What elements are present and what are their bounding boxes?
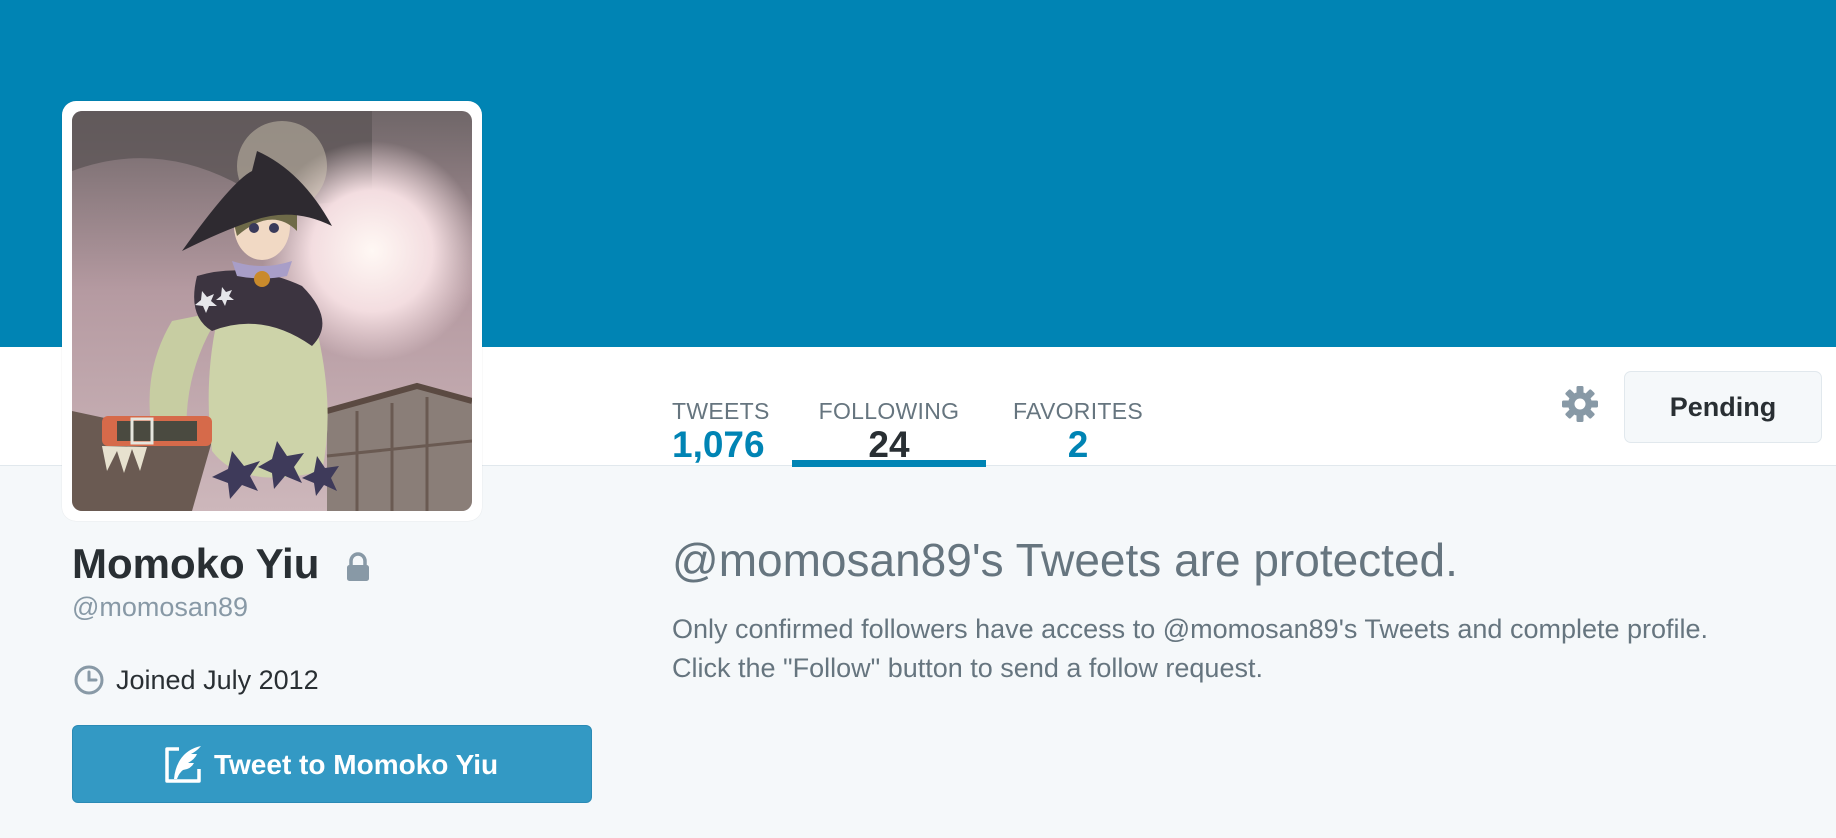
stat-favorites[interactable]: FAVORITES 2: [1008, 371, 1148, 465]
clock-icon: [73, 664, 105, 696]
profile-name[interactable]: Momoko Yiu: [72, 540, 319, 588]
avatar-image: [72, 111, 472, 511]
stat-following-value: 24: [868, 424, 910, 465]
stat-following-label: FOLLOWING: [818, 398, 960, 424]
avatar[interactable]: [62, 101, 482, 521]
stat-tweets-value: 1,076: [672, 424, 765, 465]
stat-favorites-value: 2: [1067, 424, 1089, 465]
stat-tweets[interactable]: TWEETS 1,076: [672, 371, 792, 465]
lock-icon: [345, 552, 371, 582]
tweet-to-label: Tweet to Momoko Yiu: [214, 749, 499, 780]
stat-tweets-label: TWEETS: [672, 398, 770, 424]
screen-name[interactable]: @momosan89: [72, 592, 248, 623]
joined-date: Joined July 2012: [116, 665, 319, 695]
quill-icon: [161, 743, 205, 787]
protected-line-1: Only confirmed followers have access to …: [672, 614, 1709, 644]
stat-following[interactable]: FOLLOWING 24: [792, 371, 986, 467]
stat-favorites-label: FAVORITES: [1012, 398, 1144, 424]
protected-title: @momosan89's Tweets are protected.: [672, 534, 1458, 586]
tweet-to-button[interactable]: Tweet to Momoko Yiu: [72, 725, 592, 803]
gear-icon[interactable]: [1560, 384, 1600, 424]
pending-button[interactable]: Pending: [1624, 371, 1822, 443]
protected-line-2: Click the "Follow" button to send a foll…: [672, 653, 1263, 683]
protected-message: Only confirmed followers have access to …: [672, 610, 1792, 688]
